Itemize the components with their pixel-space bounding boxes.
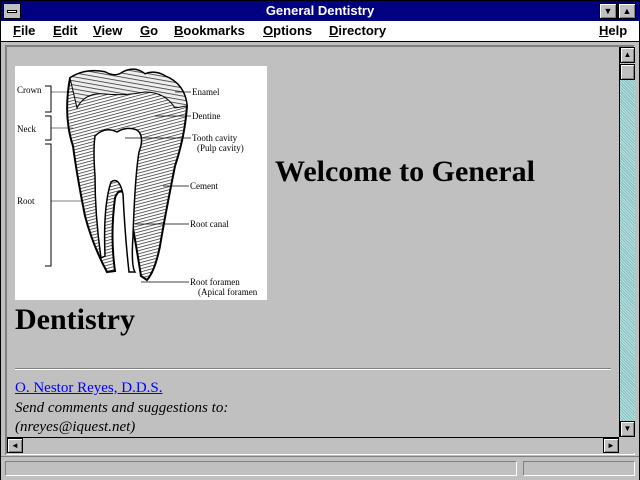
- label-root-canal: Root canal: [190, 219, 229, 229]
- menu-bar: File Edit View Go Bookmarks Options Dire…: [1, 21, 639, 42]
- menu-options[interactable]: Options: [263, 24, 312, 38]
- label-tooth-cavity: Tooth cavity: [192, 133, 238, 143]
- scroll-down-button[interactable]: ▼: [620, 421, 635, 437]
- minimize-button[interactable]: ▼: [599, 3, 617, 19]
- horizontal-rule: [15, 368, 611, 370]
- menu-directory[interactable]: Directory: [329, 24, 386, 38]
- label-cement: Cement: [190, 181, 218, 191]
- horizontal-scrollbar[interactable]: ◄ ►: [7, 437, 619, 453]
- label-neck: Neck: [17, 124, 36, 134]
- scrollbar-corner: [619, 437, 635, 453]
- menu-bookmarks[interactable]: Bookmarks: [174, 24, 245, 38]
- vertical-scroll-thumb[interactable]: [620, 64, 635, 80]
- maximize-button[interactable]: ▲: [618, 3, 636, 19]
- label-root: Root: [17, 196, 35, 206]
- menu-view[interactable]: View: [93, 24, 122, 38]
- browser-window: General Dentistry ▼ ▲ File Edit View Go …: [0, 0, 640, 480]
- scroll-left-button[interactable]: ◄: [7, 438, 23, 453]
- menu-go[interactable]: Go: [140, 24, 158, 38]
- scroll-right-button[interactable]: ►: [603, 438, 619, 453]
- page-content[interactable]: Crown Neck Root Enamel Dentine Tooth cav…: [7, 47, 619, 437]
- scroll-up-button[interactable]: ▲: [620, 47, 635, 63]
- comments-text: Send comments and suggestions to:: [15, 400, 229, 416]
- page-heading-line1: Welcome to General: [275, 155, 535, 188]
- label-crown: Crown: [17, 85, 42, 95]
- status-bar: [1, 456, 639, 480]
- menu-edit[interactable]: Edit: [53, 24, 78, 38]
- label-dentine: Dentine: [192, 111, 221, 121]
- email-text: (nreyes@iquest.net): [15, 419, 136, 435]
- page-heading-line2: Dentistry: [15, 303, 135, 336]
- status-text: [5, 461, 517, 476]
- label-enamel: Enamel: [192, 87, 220, 97]
- label-apical-foramen: (Apical foramen: [198, 287, 258, 297]
- label-pulp-cavity: (Pulp cavity): [197, 143, 244, 153]
- author-link[interactable]: O. Nestor Reyes, D.D.S.: [15, 379, 163, 397]
- menu-file[interactable]: File: [13, 24, 35, 38]
- window-title: General Dentistry: [265, 3, 375, 18]
- tooth-diagram-image: Crown Neck Root Enamel Dentine Tooth cav…: [15, 66, 267, 300]
- label-root-foramen: Root foramen: [190, 277, 240, 287]
- progress-indicator: [523, 461, 635, 476]
- menu-help[interactable]: Help: [599, 24, 627, 38]
- vertical-scrollbar[interactable]: ▲ ▼: [619, 47, 635, 437]
- title-bar[interactable]: General Dentistry ▼ ▲: [1, 1, 639, 21]
